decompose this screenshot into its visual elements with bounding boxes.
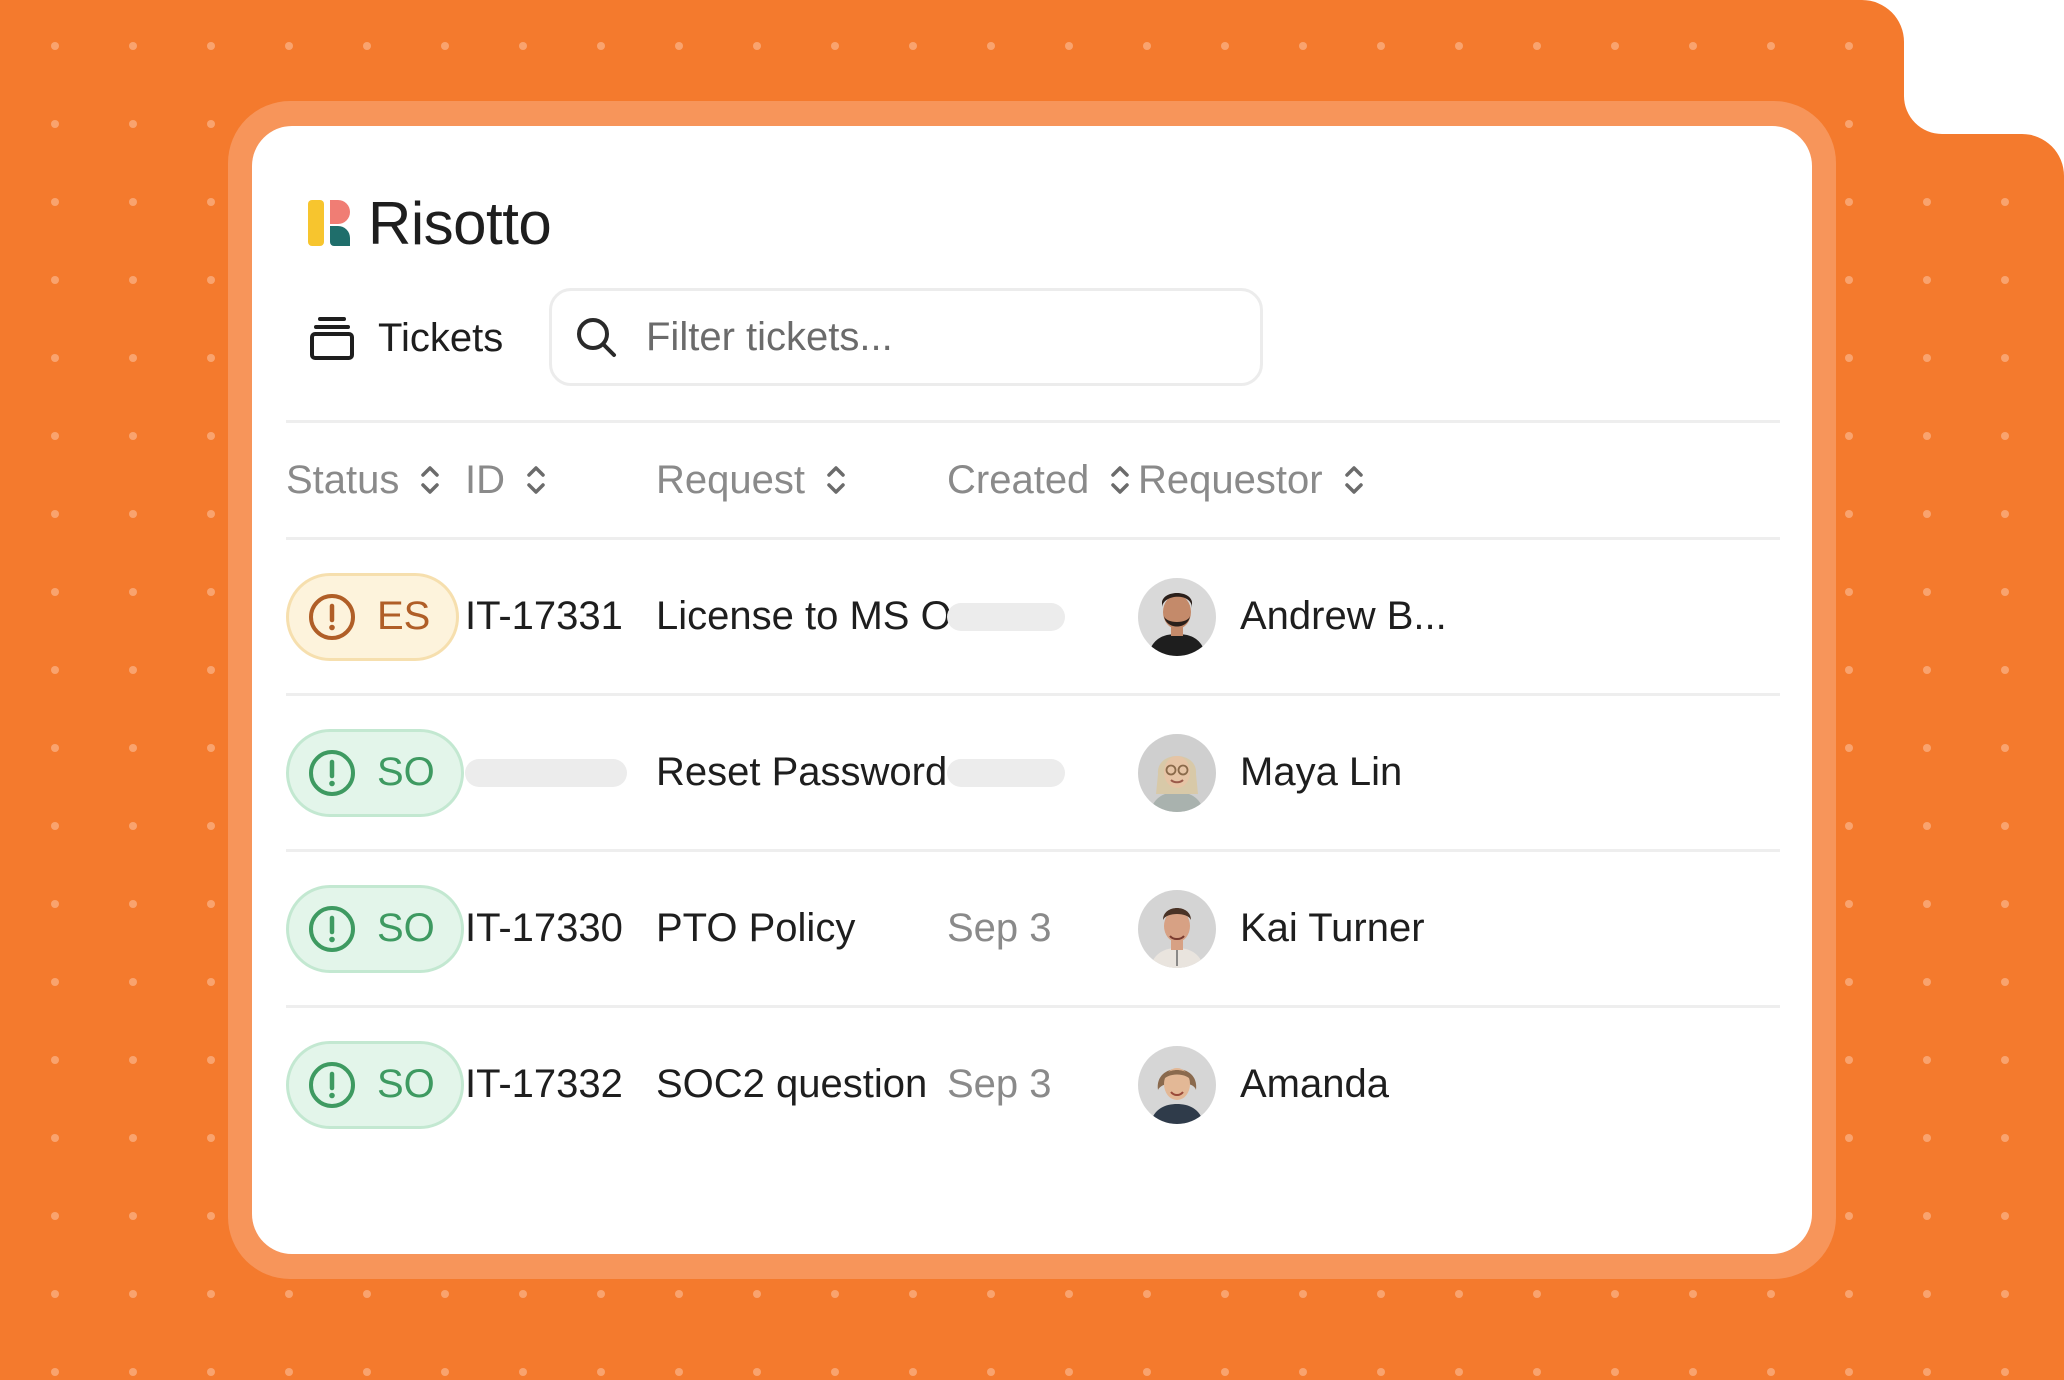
status-badge[interactable]: SO [286, 728, 464, 817]
alert-circle-icon [309, 749, 355, 796]
column-header-label: Created [947, 457, 1090, 502]
created-cell [947, 696, 1065, 849]
status-cell: ES [286, 540, 460, 693]
ticket-stack-icon [310, 317, 354, 360]
sort-chevrons-icon [527, 466, 545, 494]
tickets-panel: Risotto Tickets Status [252, 126, 1812, 1254]
requestor-cell: Kai Turner [1138, 852, 1425, 1005]
requestor-name: Maya Lin [1240, 750, 1403, 794]
requestor-name: Andrew B... [1240, 594, 1447, 638]
requestor-cell: Andrew B... [1138, 540, 1447, 693]
table-row[interactable]: SO IT-17332 SOC2 question Sep 3 Amanda [286, 1008, 1780, 1161]
table-row[interactable]: SO IT-17330 PTO Policy Sep 3 Kai Turner [286, 852, 1780, 1005]
status-cell: SO [286, 1008, 464, 1161]
status-badge[interactable]: ES [286, 572, 460, 661]
table-row[interactable]: SO Reset Password Maya Lin [286, 696, 1780, 849]
id-cell: IT-17332 [465, 1062, 623, 1106]
request-cell: PTO Policy [656, 906, 856, 950]
id-cell [465, 696, 627, 849]
tab-tickets[interactable]: Tickets [308, 288, 503, 388]
id-cell: IT-17331 [465, 594, 623, 638]
column-header-created[interactable]: Created [947, 423, 1133, 537]
sort-chevrons-icon [1344, 466, 1363, 494]
sort-chevrons-icon [421, 466, 440, 494]
status-badge[interactable]: SO [286, 884, 464, 973]
status-label: SO [377, 1062, 435, 1106]
column-header-label: Request [656, 457, 805, 502]
column-header-label: Requestor [1138, 457, 1323, 502]
table-row[interactable]: ES IT-17331 License to MS O... Andrew B.… [286, 540, 1780, 693]
loading-skeleton [947, 758, 1065, 787]
avatar [1138, 1045, 1216, 1124]
column-header-request[interactable]: Request [656, 423, 849, 537]
table-header: Status ID Request Created Requestor [286, 423, 1780, 537]
search-input[interactable] [644, 313, 1208, 361]
search-box[interactable] [549, 288, 1263, 386]
status-badge[interactable]: SO [286, 1040, 464, 1129]
column-header-status[interactable]: Status [286, 423, 443, 537]
loading-skeleton [947, 602, 1065, 631]
requestor-cell: Amanda [1138, 1008, 1389, 1161]
avatar [1138, 577, 1216, 656]
requestor-name: Amanda [1240, 1062, 1389, 1106]
avatar [1138, 733, 1216, 812]
sort-chevrons-icon [1111, 466, 1130, 494]
alert-circle-icon [309, 593, 355, 640]
request-cell: Reset Password [656, 750, 948, 794]
alert-circle-icon [309, 1061, 355, 1108]
risotto-logo-icon [308, 200, 350, 246]
id-cell: IT-17330 [465, 906, 623, 950]
status-label: SO [377, 750, 435, 794]
app-name: Risotto [368, 189, 552, 257]
status-label: SO [377, 906, 435, 950]
created-cell [947, 540, 1065, 693]
column-header-requestor[interactable]: Requestor [1138, 423, 1367, 537]
search-icon [577, 318, 616, 357]
tickets-table: Status ID Request Created Requestor ES I… [286, 420, 1780, 1161]
status-cell: SO [286, 696, 464, 849]
column-header-id[interactable]: ID [465, 423, 549, 537]
created-cell: Sep 3 [947, 1062, 1052, 1106]
column-header-label: ID [465, 457, 505, 502]
created-cell: Sep 3 [947, 906, 1052, 950]
app-logo: Risotto [308, 188, 552, 258]
requestor-cell: Maya Lin [1138, 696, 1402, 849]
status-cell: SO [286, 852, 464, 1005]
loading-skeleton [465, 758, 627, 787]
avatar [1138, 889, 1216, 968]
column-header-label: Status [286, 457, 400, 502]
request-cell: License to MS O... [656, 594, 986, 638]
requestor-name: Kai Turner [1240, 906, 1425, 950]
sort-chevrons-icon [827, 466, 845, 494]
tab-tickets-label: Tickets [378, 315, 504, 360]
alert-circle-icon [309, 905, 355, 952]
toolbar: Tickets [308, 288, 1812, 388]
request-cell: SOC2 question [656, 1062, 928, 1106]
status-label: ES [377, 594, 431, 638]
